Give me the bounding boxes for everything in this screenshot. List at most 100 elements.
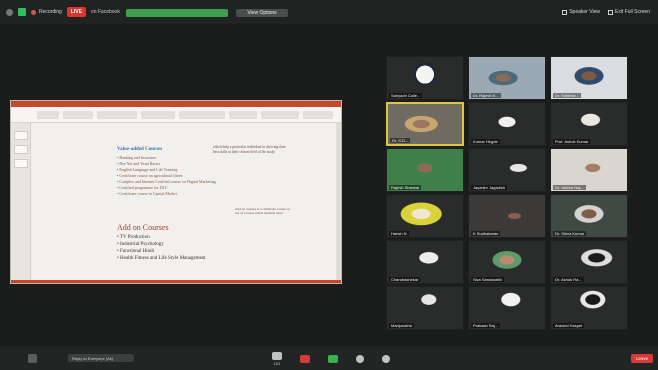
- participant-name: Aravind Hospet: [553, 323, 585, 328]
- participants-icon: [272, 352, 282, 360]
- participant-name: Manjunatha: [389, 323, 414, 328]
- addon-course-item: • Functional Hindi: [117, 249, 155, 254]
- participant-name: Siva Saraswathi: [471, 277, 504, 282]
- slide-thumbnail[interactable]: [14, 131, 28, 140]
- live-platform-label: on Facebook: [90, 9, 120, 15]
- value-added-list: • Banking and Insurance • Bee Net and Ve…: [117, 155, 216, 197]
- slide-thumbnail-panel[interactable]: [11, 123, 31, 283]
- meeting-bottom-bar: Reply to Everyone (All) 101 Leave: [0, 346, 658, 370]
- share-screen-button[interactable]: [328, 355, 338, 363]
- participant-name: Dr. Rajesh K...: [471, 93, 501, 98]
- participant-name: Prakash Raj...: [471, 323, 501, 328]
- meeting-top-bar: Recording LIVE on Facebook View Options …: [0, 0, 658, 24]
- participant-tile[interactable]: Jayadev Jagadish: [468, 148, 546, 192]
- participant-tile[interactable]: Harish N: [386, 194, 464, 238]
- slide-side-note: which help a particular individual in sh…: [213, 145, 286, 154]
- live-badge[interactable]: LIVE: [66, 7, 86, 17]
- app-toolbar: [11, 107, 341, 123]
- toolbar-group[interactable]: [261, 111, 299, 119]
- participant-tile[interactable]: Siva Saraswathi: [468, 240, 546, 284]
- value-added-title: Value-added Courses: [117, 147, 163, 152]
- slide-thumbnail[interactable]: [14, 159, 28, 168]
- participant-name: Prof. Ashok Kumar: [553, 139, 591, 144]
- toolbar-group[interactable]: [63, 111, 93, 119]
- slide-scrollbar[interactable]: [336, 123, 341, 283]
- participant-name: Dr. Ashok Ra...: [553, 277, 584, 282]
- participants-button[interactable]: 101: [272, 352, 282, 366]
- participant-tile[interactable]: Dr. Shiva Kumar: [550, 194, 628, 238]
- chat-button[interactable]: [300, 355, 310, 363]
- participant-tile[interactable]: Sahyadri Colle...: [386, 56, 464, 100]
- toolbar-group[interactable]: [229, 111, 257, 119]
- chat-icon: [300, 355, 310, 363]
- participant-tile[interactable]: Kumar Hegde: [468, 102, 546, 146]
- participant-tile[interactable]: Dr. Ashok Ra...: [550, 240, 628, 284]
- participant-tile[interactable]: Aravind Hospet: [550, 286, 628, 330]
- participant-name: Dr. S.D...: [390, 138, 411, 143]
- addon-courses-title: Add on Courses: [117, 223, 169, 232]
- participant-tile-active-speaker[interactable]: Dr. S.D...: [386, 102, 464, 146]
- participant-name: Dr. Nethra Raj...: [553, 185, 586, 190]
- recording-indicator[interactable]: Recording: [31, 9, 62, 15]
- window-control-icon[interactable]: [6, 8, 13, 16]
- reactions-button[interactable]: [382, 355, 390, 363]
- slide-content: Value-added Courses • Banking and Insura…: [105, 131, 305, 281]
- screen-share-banner[interactable]: [126, 9, 228, 17]
- record-dot-icon: [31, 9, 36, 15]
- participant-name: K Sudhakaran: [471, 231, 501, 236]
- top-left-status: Recording LIVE on Facebook: [6, 7, 120, 17]
- slide-side-note-2: Add on courses is a certificate course o…: [235, 207, 290, 216]
- value-added-item: • Certificate course in Capital Market: [117, 191, 177, 196]
- exit-fullscreen-label: Exit Full Screen: [614, 9, 650, 15]
- addon-course-item: • TV Production: [117, 235, 150, 240]
- toolbar-group[interactable]: [97, 111, 137, 119]
- top-right-controls: Speaker View Exit Full Screen: [562, 9, 650, 15]
- addon-course-item: • Industrial Psychology: [117, 242, 164, 247]
- record-button[interactable]: [356, 355, 364, 363]
- participant-tile[interactable]: Dr. Rajesh K...: [468, 56, 546, 100]
- participant-tile[interactable]: Prakash Raj...: [468, 286, 546, 330]
- bottom-center-controls: 101: [272, 352, 390, 366]
- slide-thumbnail[interactable]: [14, 145, 28, 154]
- chat-input[interactable]: Reply to Everyone (All): [68, 354, 134, 362]
- participants-count: 101: [273, 361, 281, 366]
- participant-name: Jayadev Jagadish: [471, 185, 508, 190]
- exit-fullscreen-button[interactable]: Exit Full Screen: [607, 9, 650, 15]
- addon-courses-list: • TV Production • Industrial Psychology …: [117, 234, 206, 262]
- participant-tile[interactable]: K Sudhakaran: [468, 194, 546, 238]
- reactions-icon: [382, 355, 390, 363]
- toolbar-group[interactable]: [141, 111, 175, 119]
- participant-name: Dr. Shiva Kumar: [553, 231, 587, 236]
- shared-screen[interactable]: Value-added Courses • Banking and Insura…: [10, 100, 342, 284]
- participant-name: Sahyadri Colle...: [389, 93, 423, 98]
- participant-tile[interactable]: Chandrashekar: [386, 240, 464, 284]
- grid-icon: [562, 9, 568, 15]
- leave-button[interactable]: Leave: [631, 354, 653, 363]
- microphone-icon[interactable]: [28, 354, 37, 363]
- participant-name: Kumar Hegde: [471, 139, 500, 144]
- speaker-view-label: Speaker View: [569, 9, 600, 15]
- participant-tile[interactable]: Dr. Siddesh...: [550, 56, 628, 100]
- slide-footer-bar: [11, 280, 341, 283]
- participant-name: Dr. Siddesh...: [553, 93, 582, 98]
- participant-name: Harish N: [389, 231, 409, 236]
- participant-tile[interactable]: Dr. Nethra Raj...: [550, 148, 628, 192]
- bottom-left-controls: [28, 354, 37, 363]
- toolbar-group[interactable]: [179, 111, 225, 119]
- record-icon: [356, 355, 364, 363]
- participant-name: Chandrashekar: [389, 277, 421, 282]
- participant-name: Rajesh Shankar: [389, 185, 422, 190]
- chat-placeholder: Reply to Everyone (All): [72, 355, 113, 361]
- toolbar-group[interactable]: [37, 111, 59, 119]
- addon-course-item: • Health Fitness and Life Style Manageme…: [117, 256, 206, 261]
- speaker-view-button[interactable]: Speaker View: [562, 9, 600, 15]
- fullscreen-icon: [607, 9, 613, 15]
- participant-tile[interactable]: Prof. Ashok Kumar: [550, 102, 628, 146]
- security-shield-icon[interactable]: [18, 8, 26, 16]
- participant-tile[interactable]: Rajesh Shankar: [386, 148, 464, 192]
- view-options-button[interactable]: View Options: [236, 9, 288, 17]
- toolbar-group[interactable]: [303, 111, 333, 119]
- share-screen-icon: [328, 355, 338, 363]
- participant-tile[interactable]: Manjunatha: [386, 286, 464, 330]
- recording-label: Recording: [39, 9, 62, 15]
